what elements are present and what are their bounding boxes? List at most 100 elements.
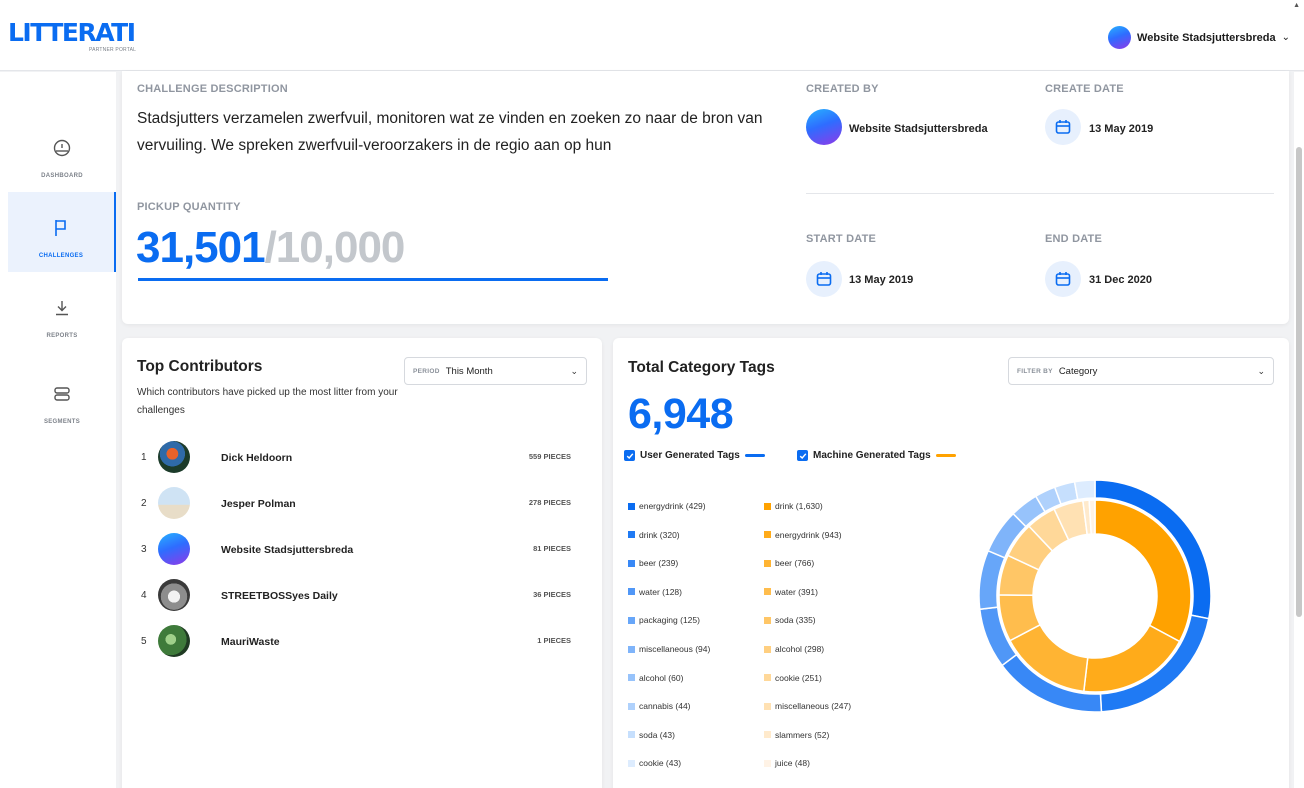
calendar-icon	[1045, 109, 1081, 145]
sidebar-item-dashboard[interactable]: DASHBOARD	[8, 112, 116, 192]
tag-label: energydrink (429)	[639, 501, 706, 511]
tag-swatch	[764, 674, 771, 682]
user-series-line	[744, 454, 765, 457]
contributor-pieces: 278 PIECES	[528, 498, 571, 507]
filter-select-prefix: FILTER BY	[1017, 367, 1053, 375]
sidebar-item-challenges[interactable]: CHALLENGES	[8, 192, 116, 272]
tag-legend-item: water (128)	[628, 587, 682, 597]
challenge-description-label: CHALLENGE DESCRIPTION	[137, 83, 288, 95]
tag-swatch	[764, 731, 771, 739]
contributor-avatar	[158, 579, 190, 611]
end-date-value: 31 Dec 2020	[1089, 274, 1152, 286]
create-date-label: CREATE DATE	[1045, 83, 1124, 95]
contributor-rank: 4	[141, 590, 147, 601]
calendar-icon	[806, 261, 842, 297]
download-icon	[56, 301, 68, 316]
tag-label: miscellaneous (94)	[639, 644, 711, 654]
tag-legend-item: alcohol (298)	[764, 644, 824, 654]
tag-label: cookie (43)	[639, 758, 682, 769]
litterati-logo[interactable]: LITTERATI	[8, 18, 136, 47]
sidebar: DASHBOARD CHALLENGES REPORTS SEGMENTS	[0, 72, 116, 788]
tag-label: drink (1,630)	[775, 501, 823, 511]
contributor-pieces: 81 PIECES	[533, 544, 571, 553]
pickup-quantity-value: 31,501/10,000	[136, 223, 406, 273]
sidebar-item-label: REPORTS	[46, 333, 78, 339]
period-select-prefix: PERIOD	[413, 367, 440, 375]
tag-legend-item: energydrink (943)	[764, 530, 842, 540]
tag-label: packaging (125)	[639, 615, 700, 626]
tag-swatch	[628, 616, 635, 624]
machine-generated-toggle[interactable]: Machine Generated Tags	[797, 450, 956, 461]
top-bar: LITTERATI PARTNER PORTAL Website Stadsju…	[0, 0, 1304, 71]
scrollbar-thumb[interactable]	[1296, 147, 1302, 617]
tag-swatch	[628, 731, 635, 739]
top-contributors-card: Top Contributors Which contributors have…	[122, 338, 602, 788]
chevron-down-icon: ⌄	[570, 365, 578, 376]
tag-legend-item: water (391)	[764, 587, 818, 597]
tag-label: soda (43)	[639, 729, 675, 740]
chevron-down-icon: ⌄	[1257, 365, 1265, 376]
user-generated-toggle[interactable]: User Generated Tags	[624, 450, 765, 461]
tag-legend-item: miscellaneous (94)	[628, 644, 710, 654]
created-by-label: CREATED BY	[806, 83, 879, 95]
contributor-row[interactable]: 3 Website Stadsjuttersbreda 81 PIECES	[137, 530, 577, 570]
contributor-name: Dick Heldoorn	[221, 452, 293, 464]
tag-legend-item: juice (48)	[764, 758, 810, 768]
machine-series-line	[935, 454, 956, 457]
create-date-value: 13 May 2019	[1089, 123, 1154, 135]
contributor-rank: 3	[141, 544, 147, 555]
created-by-value: Website Stadsjuttersbreda	[849, 123, 988, 135]
tag-swatch	[628, 759, 635, 767]
sidebar-item-reports[interactable]: REPORTS	[8, 272, 116, 352]
tag-label: cookie (251)	[775, 672, 822, 683]
user-generated-label: User Generated Tags	[640, 450, 740, 461]
logo-subtitle: PARTNER PORTAL	[89, 47, 137, 53]
start-date-label: START DATE	[806, 233, 877, 245]
top-contributors-subtitle: Which contributors have picked up the mo…	[137, 387, 398, 416]
period-select-value: This Month	[445, 365, 493, 377]
chevron-down-icon: ⌄	[1281, 32, 1290, 43]
contributor-rank: 5	[141, 636, 147, 647]
tag-swatch	[764, 702, 771, 710]
sidebar-item-label: SEGMENTS	[43, 419, 81, 425]
filter-select-value: Category	[1058, 365, 1098, 377]
contributor-name: MauriWaste	[221, 636, 280, 648]
checkbox-checked-icon	[624, 450, 635, 461]
start-date-value: 13 May 2019	[849, 274, 914, 286]
contributor-rank: 2	[141, 498, 147, 509]
top-contributors-title: Top Contributors	[137, 358, 263, 375]
tag-swatch	[764, 588, 771, 596]
tag-legend-item: cannabis (44)	[628, 701, 691, 711]
tag-swatch	[628, 645, 635, 653]
tag-swatch	[628, 559, 635, 567]
user-menu[interactable]: Website Stadsjuttersbreda ⌄	[1108, 26, 1290, 49]
contributor-row[interactable]: 4 STREETBOSSyes Daily 36 PIECES	[137, 576, 577, 616]
tag-label: slammers (52)	[775, 729, 830, 740]
tag-swatch	[628, 502, 635, 510]
period-select[interactable]: PERIOD This Month ⌄	[404, 357, 587, 385]
tag-label: water (391)	[775, 586, 818, 597]
donut-segment-user[interactable]	[1073, 480, 1096, 501]
contributor-row[interactable]: 1 Dick Heldoorn 559 PIECES	[137, 438, 577, 478]
scroll-up-arrow-icon[interactable]: ▲	[1293, 2, 1300, 9]
sidebar-item-segments[interactable]: SEGMENTS	[8, 358, 116, 438]
tag-legend-item: alcohol (60)	[628, 673, 683, 683]
segments-icon	[54, 387, 70, 401]
category-tags-card: Total Category Tags FILTER BY Category ⌄…	[613, 338, 1289, 788]
dashboard-gauge-icon	[53, 139, 71, 157]
tag-legend-item: beer (239)	[628, 558, 678, 568]
pickup-target: /10,000	[264, 223, 406, 272]
contributor-row[interactable]: 2 Jesper Polman 278 PIECES	[137, 484, 577, 524]
user-avatar	[1108, 26, 1132, 49]
page-scrollbar[interactable]	[1294, 72, 1304, 788]
filter-select[interactable]: FILTER BY Category ⌄	[1008, 357, 1274, 385]
tag-swatch	[764, 645, 771, 653]
flag-icon	[55, 220, 66, 236]
total-tags-value: 6,948	[628, 390, 734, 438]
tag-label: miscellaneous (247)	[775, 701, 852, 712]
challenge-description: Stadsjutters verzamelen zwerfvuil, monit…	[137, 110, 763, 154]
contributor-row[interactable]: 5 MauriWaste 1 PIECES	[137, 622, 577, 662]
end-date-label: END DATE	[1045, 233, 1103, 245]
contributor-name: STREETBOSSyes Daily	[221, 590, 338, 602]
tag-legend-item: soda (43)	[628, 730, 675, 740]
